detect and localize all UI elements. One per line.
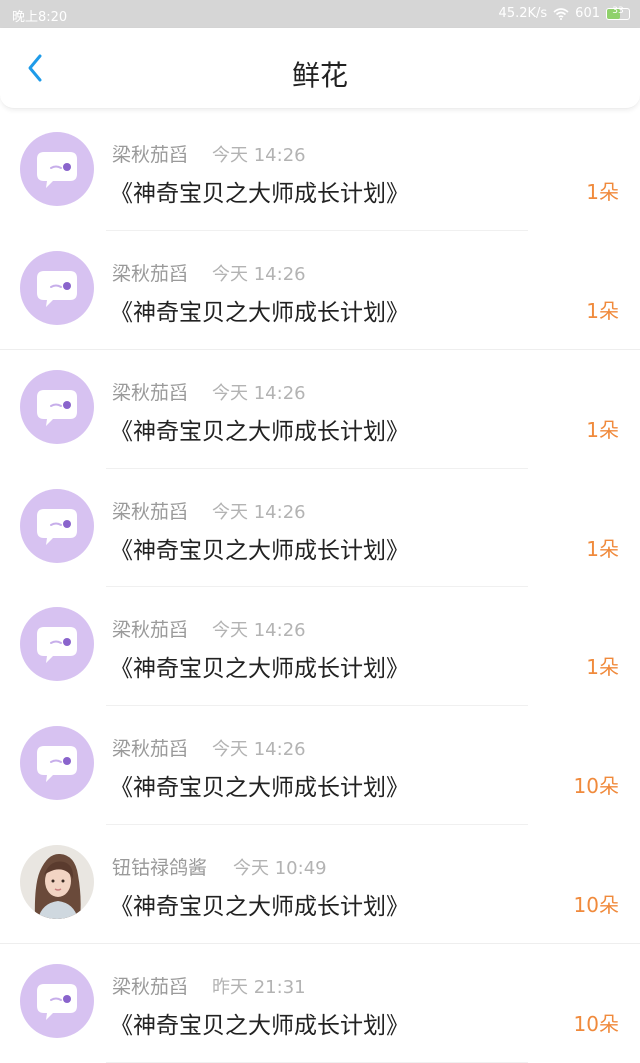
list-item[interactable]: 梁秋茄舀 今天 14:26 《神奇宝贝之大师成长计划》 10朵 <box>0 706 640 825</box>
book-title[interactable]: 《神奇宝贝之大师成长计划》 <box>110 1006 409 1040</box>
timestamp: 今天 14:26 <box>212 501 306 523</box>
timestamp: 今天 14:26 <box>212 263 306 285</box>
book-title[interactable]: 《神奇宝贝之大师成长计划》 <box>110 887 409 921</box>
timestamp: 今天 14:26 <box>212 620 306 642</box>
timestamp: 今天 10:49 <box>233 857 327 879</box>
list-item[interactable]: 梁秋茄舀 昨天 21:31 《神奇宝贝之大师成长计划》 10朵 <box>0 944 640 1063</box>
username[interactable]: 梁秋茄舀 <box>112 378 188 405</box>
avatar[interactable] <box>20 844 94 919</box>
chat-bubble-avatar-icon <box>20 488 94 563</box>
battery-level: 33 <box>612 5 624 16</box>
flower-amount: 10朵 <box>573 892 619 917</box>
chat-bubble-avatar-icon <box>20 607 94 682</box>
list-item[interactable]: 梁秋茄舀 今天 14:26 《神奇宝贝之大师成长计划》 1朵 <box>0 350 640 469</box>
flower-list: 梁秋茄舀 今天 14:26 《神奇宝贝之大师成长计划》 1朵 梁秋茄舀 今天 1… <box>0 112 640 1063</box>
book-title[interactable]: 《神奇宝贝之大师成长计划》 <box>110 768 409 802</box>
username[interactable]: 梁秋茄舀 <box>112 734 188 761</box>
flower-amount: 1朵 <box>586 418 619 443</box>
list-item[interactable]: 梁秋茄舀 今天 14:26 《神奇宝贝之大师成长计划》 1朵 <box>0 112 640 231</box>
flower-amount: 1朵 <box>586 298 619 323</box>
list-item[interactable]: 梁秋茄舀 今天 14:26 《神奇宝贝之大师成长计划》 1朵 <box>0 469 640 588</box>
book-title[interactable]: 《神奇宝贝之大师成长计划》 <box>110 412 409 446</box>
avatar[interactable] <box>20 132 94 206</box>
list-item[interactable]: 梁秋茄舀 今天 14:26 《神奇宝贝之大师成长计划》 1朵 <box>0 587 640 706</box>
avatar[interactable] <box>20 964 94 1039</box>
chat-bubble-avatar-icon <box>20 370 94 445</box>
status-bar: 晚上8:20 45.2K/s 601 33 <box>0 0 640 28</box>
list-item[interactable]: 钮钴禄鸽酱 今天 10:49 《神奇宝贝之大师成长计划》 10朵 <box>0 825 640 945</box>
flower-amount: 1朵 <box>586 655 619 680</box>
timestamp: 今天 14:26 <box>212 738 306 760</box>
avatar[interactable] <box>20 488 94 563</box>
user-photo-avatar <box>20 844 94 919</box>
chat-bubble-avatar-icon <box>20 250 94 325</box>
wifi-icon <box>553 7 569 20</box>
book-title[interactable]: 《神奇宝贝之大师成长计划》 <box>110 649 409 683</box>
chat-bubble-avatar-icon <box>20 725 94 800</box>
flower-amount: 1朵 <box>586 536 619 561</box>
timestamp: 昨天 21:31 <box>212 977 306 999</box>
flower-amount: 10朵 <box>573 1012 619 1037</box>
flower-amount: 1朵 <box>586 180 619 204</box>
battery-icon: 33 <box>606 5 630 20</box>
avatar[interactable] <box>20 607 94 682</box>
username[interactable]: 梁秋茄舀 <box>112 497 188 524</box>
flower-amount: 10朵 <box>573 773 619 798</box>
status-time: 晚上8:20 <box>12 10 68 25</box>
chat-bubble-avatar-icon <box>20 132 94 206</box>
status-right: 45.2K/s 601 33 <box>499 6 630 21</box>
book-title[interactable]: 《神奇宝贝之大师成长计划》 <box>110 293 409 327</box>
book-title[interactable]: 《神奇宝贝之大师成长计划》 <box>110 174 409 208</box>
avatar[interactable] <box>20 250 94 325</box>
username[interactable]: 梁秋茄舀 <box>112 615 188 642</box>
username[interactable]: 梁秋茄舀 <box>112 972 188 999</box>
list-item[interactable]: 梁秋茄舀 今天 14:26 《神奇宝贝之大师成长计划》 1朵 <box>0 231 640 351</box>
timestamp: 今天 14:26 <box>212 145 306 166</box>
chat-bubble-avatar-icon <box>20 964 94 1039</box>
signal-strength: 601 <box>575 6 600 21</box>
username[interactable]: 梁秋茄舀 <box>112 259 188 286</box>
network-speed: 45.2K/s <box>498 6 548 21</box>
header: 鲜花 <box>0 28 640 109</box>
username[interactable]: 钮钴禄鸽酱 <box>112 853 207 880</box>
timestamp: 今天 14:26 <box>212 383 306 405</box>
username[interactable]: 梁秋茄舀 <box>112 140 188 167</box>
book-title[interactable]: 《神奇宝贝之大师成长计划》 <box>110 531 409 565</box>
avatar[interactable] <box>20 725 94 800</box>
avatar[interactable] <box>20 370 94 445</box>
page-title: 鲜花 <box>291 59 348 92</box>
